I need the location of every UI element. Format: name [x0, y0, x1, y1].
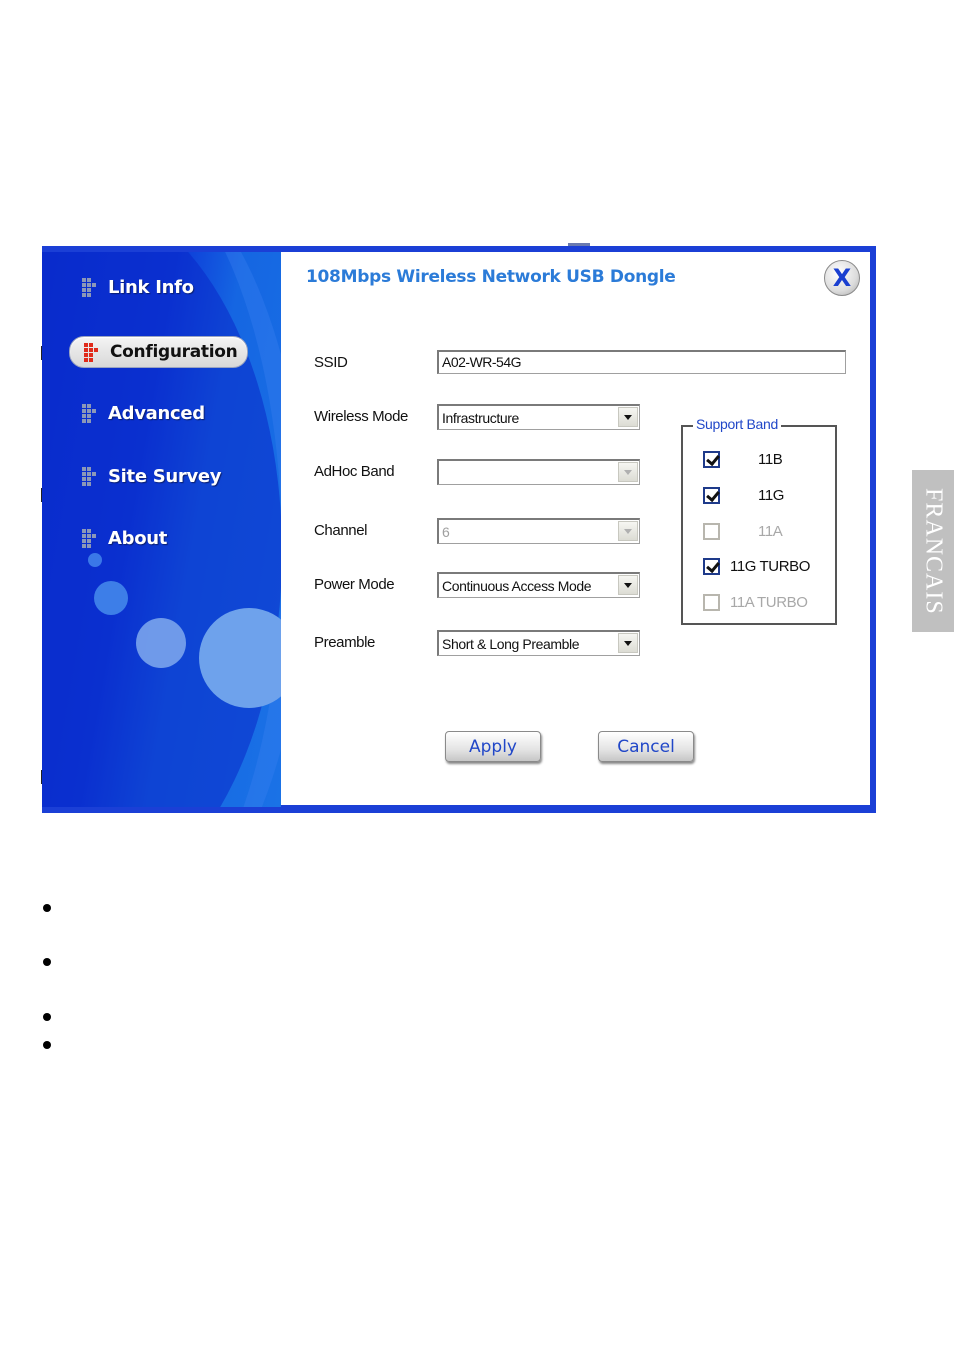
- ssid-label: SSID: [314, 354, 348, 371]
- wireless-mode-label: Wireless Mode: [314, 408, 408, 425]
- cancel-button[interactable]: Cancel: [598, 731, 694, 762]
- checkbox-checked-icon[interactable]: [703, 558, 720, 575]
- power-mode-select[interactable]: Continuous Access Mode: [437, 572, 640, 598]
- bars-icon: [82, 278, 98, 297]
- window-title: 108Mbps Wireless Network USB Dongle: [306, 267, 676, 287]
- wireless-mode-select[interactable]: Infrastructure: [437, 404, 640, 430]
- support-band-legend: Support Band: [693, 416, 782, 432]
- app-window: Link Info Configuration Advanced Site Su…: [42, 246, 876, 813]
- checkbox-11g[interactable]: 11G: [703, 487, 784, 504]
- chevron-down-icon[interactable]: [618, 462, 638, 482]
- adhoc-band-select[interactable]: [437, 459, 640, 485]
- close-icon: X: [832, 264, 852, 292]
- chevron-down-icon[interactable]: [618, 407, 638, 427]
- checkbox-label: 11G TURBO: [730, 558, 811, 575]
- language-tab: FRANCAIS: [912, 470, 954, 632]
- checkbox-label: 11A TURBO: [730, 594, 808, 611]
- preamble-select[interactable]: Short & Long Preamble: [437, 630, 640, 656]
- bullet-point: [43, 1041, 51, 1049]
- decorative-bubble: [88, 553, 102, 567]
- preamble-label: Preamble: [314, 634, 375, 651]
- sidebar-item-label: Site Survey: [108, 465, 222, 487]
- bullet-point: [43, 904, 51, 912]
- sidebar-item-label: About: [108, 527, 168, 549]
- sidebar-item-label: Advanced: [108, 402, 205, 424]
- preamble-value: Short & Long Preamble: [442, 636, 580, 652]
- checkbox-11a[interactable]: 11A: [703, 523, 783, 540]
- adhoc-band-label: AdHoc Band: [314, 463, 395, 480]
- chevron-down-icon[interactable]: [618, 633, 638, 653]
- wireless-mode-value: Infrastructure: [442, 410, 519, 426]
- power-mode-value: Continuous Access Mode: [442, 578, 592, 594]
- channel-value: 6: [442, 524, 450, 540]
- chevron-down-icon[interactable]: [618, 521, 638, 541]
- checkbox-11b[interactable]: 11B: [703, 451, 783, 468]
- ssid-input[interactable]: A02-WR-54G: [437, 350, 846, 374]
- channel-select[interactable]: 6: [437, 518, 640, 544]
- bars-icon: [82, 404, 98, 423]
- bullet-point: [43, 1013, 51, 1021]
- sidebar-item-advanced[interactable]: Advanced: [82, 400, 205, 426]
- checkbox-label: 11G: [758, 487, 785, 504]
- close-button[interactable]: X: [824, 260, 860, 296]
- bars-icon: [82, 529, 98, 548]
- sidebar-item-link-info[interactable]: Link Info: [82, 274, 194, 300]
- checkbox-label: 11A: [758, 523, 783, 540]
- sidebar-item-label: Link Info: [108, 276, 194, 298]
- bars-icon: [82, 467, 98, 486]
- decorative-bubble: [94, 581, 128, 615]
- checkbox-unchecked-icon[interactable]: [703, 523, 720, 540]
- checkbox-checked-icon[interactable]: [703, 487, 720, 504]
- ssid-value: A02-WR-54G: [442, 354, 522, 370]
- bars-icon: [84, 343, 100, 362]
- checkbox-label: 11B: [758, 451, 783, 468]
- sidebar-item-label: Configuration: [110, 342, 238, 362]
- sidebar-item-configuration[interactable]: Configuration: [69, 336, 249, 368]
- bullet-point: [43, 958, 51, 966]
- support-band-group: Support Band 11B 11G 11A 11G TURBO 11A T…: [681, 416, 837, 625]
- configuration-panel: 108Mbps Wireless Network USB Dongle X SS…: [281, 252, 870, 805]
- sidebar: Link Info Configuration Advanced Site Su…: [42, 252, 281, 807]
- chevron-down-icon[interactable]: [618, 575, 638, 595]
- checkbox-11a-turbo[interactable]: 11A TURBO: [703, 594, 808, 611]
- power-mode-label: Power Mode: [314, 576, 395, 593]
- checkbox-unchecked-icon[interactable]: [703, 594, 720, 611]
- checkbox-checked-icon[interactable]: [703, 451, 720, 468]
- apply-button[interactable]: Apply: [445, 731, 541, 762]
- language-tab-label: FRANCAIS: [920, 487, 947, 615]
- sidebar-item-about[interactable]: About: [82, 525, 167, 551]
- decorative-bubble: [136, 618, 186, 668]
- checkbox-11g-turbo[interactable]: 11G TURBO: [703, 558, 810, 575]
- sidebar-item-site-survey[interactable]: Site Survey: [82, 463, 222, 489]
- channel-label: Channel: [314, 522, 368, 539]
